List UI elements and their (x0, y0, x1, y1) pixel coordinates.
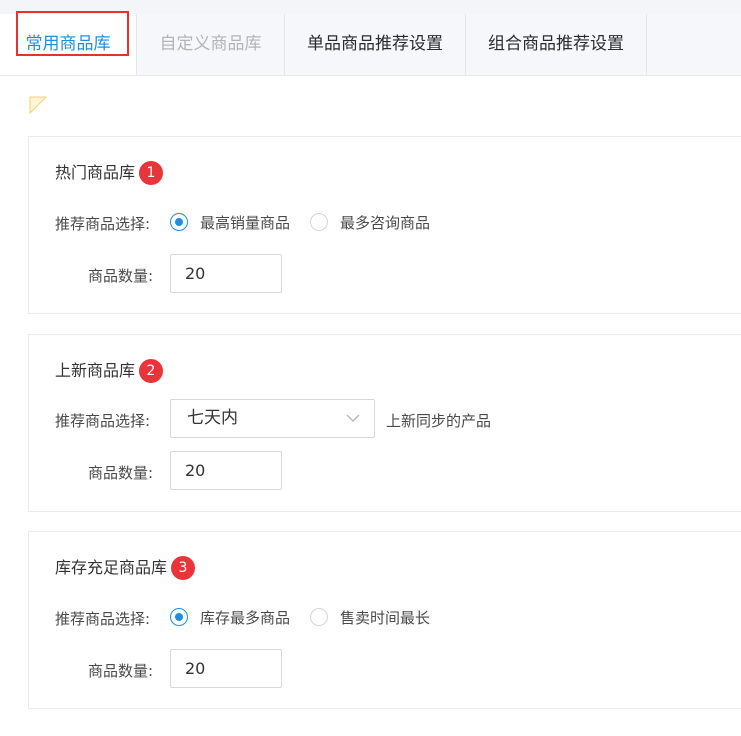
panel-title: 热门商品库 1 (55, 159, 164, 185)
recommend-select-label: 推荐商品选择: (55, 610, 151, 628)
panel-title-text: 热门商品库 (55, 163, 136, 182)
panel-hot-library: 热门商品库 1 推荐商品选择: 最高销量商品 最多咨询商品 商品数量: (28, 136, 741, 314)
panel-new-library: 上新商品库 2 推荐商品选择: 七天内 上新同步的产品 商品数量: (28, 334, 741, 512)
hot-radio-group: 最高销量商品 最多咨询商品 (170, 210, 450, 234)
panel-title: 上新商品库 2 (55, 357, 164, 383)
radio-checked-icon[interactable] (170, 213, 188, 231)
panel-stock-library: 库存充足商品库 3 推荐商品选择: 库存最多商品 售卖时间最长 商品数量: (28, 531, 741, 709)
radio-most-inquiries[interactable]: 最多咨询商品 (310, 212, 430, 233)
top-strip (0, 0, 741, 14)
recommend-select-label: 推荐商品选择: (55, 215, 151, 233)
tab-common-library[interactable]: 常用商品库 (0, 14, 137, 75)
count-label: 商品数量: (88, 662, 154, 680)
corner-flag-icon (29, 96, 47, 114)
chevron-down-icon (346, 414, 360, 422)
panel-title-text: 上新商品库 (55, 361, 136, 380)
radio-unchecked-icon[interactable] (310, 213, 329, 231)
dropdown-value: 七天内 (187, 408, 238, 428)
count-input[interactable] (170, 451, 282, 490)
tab-combo-recommend-settings[interactable]: 组合商品推荐设置 (466, 14, 647, 75)
count-input[interactable] (170, 254, 282, 293)
radio-checked-icon[interactable] (170, 608, 188, 626)
period-dropdown[interactable]: 七天内 (170, 399, 375, 438)
tab-bar: 常用商品库 自定义商品库 单品商品推荐设置 组合商品推荐设置 (0, 14, 741, 76)
count-label: 商品数量: (88, 464, 154, 482)
stock-radio-group: 库存最多商品 售卖时间最长 (170, 605, 450, 629)
radio-most-stock[interactable]: 库存最多商品 (170, 607, 290, 628)
step-badge: 2 (139, 359, 164, 383)
step-badge: 1 (139, 161, 164, 185)
radio-top-sales[interactable]: 最高销量商品 (170, 212, 290, 233)
dropdown-note: 上新同步的产品 (386, 412, 492, 430)
count-input[interactable] (170, 649, 282, 688)
recommend-select-label: 推荐商品选择: (55, 412, 151, 430)
panel-title-text: 库存充足商品库 (55, 558, 168, 577)
count-label: 商品数量: (88, 267, 154, 285)
tab-single-recommend-settings[interactable]: 单品商品推荐设置 (285, 14, 466, 75)
panel-title: 库存充足商品库 3 (55, 554, 196, 580)
step-badge: 3 (171, 556, 196, 580)
radio-unchecked-icon[interactable] (310, 608, 329, 626)
radio-longest-selling[interactable]: 售卖时间最长 (310, 607, 430, 628)
tab-custom-library[interactable]: 自定义商品库 (137, 14, 285, 75)
